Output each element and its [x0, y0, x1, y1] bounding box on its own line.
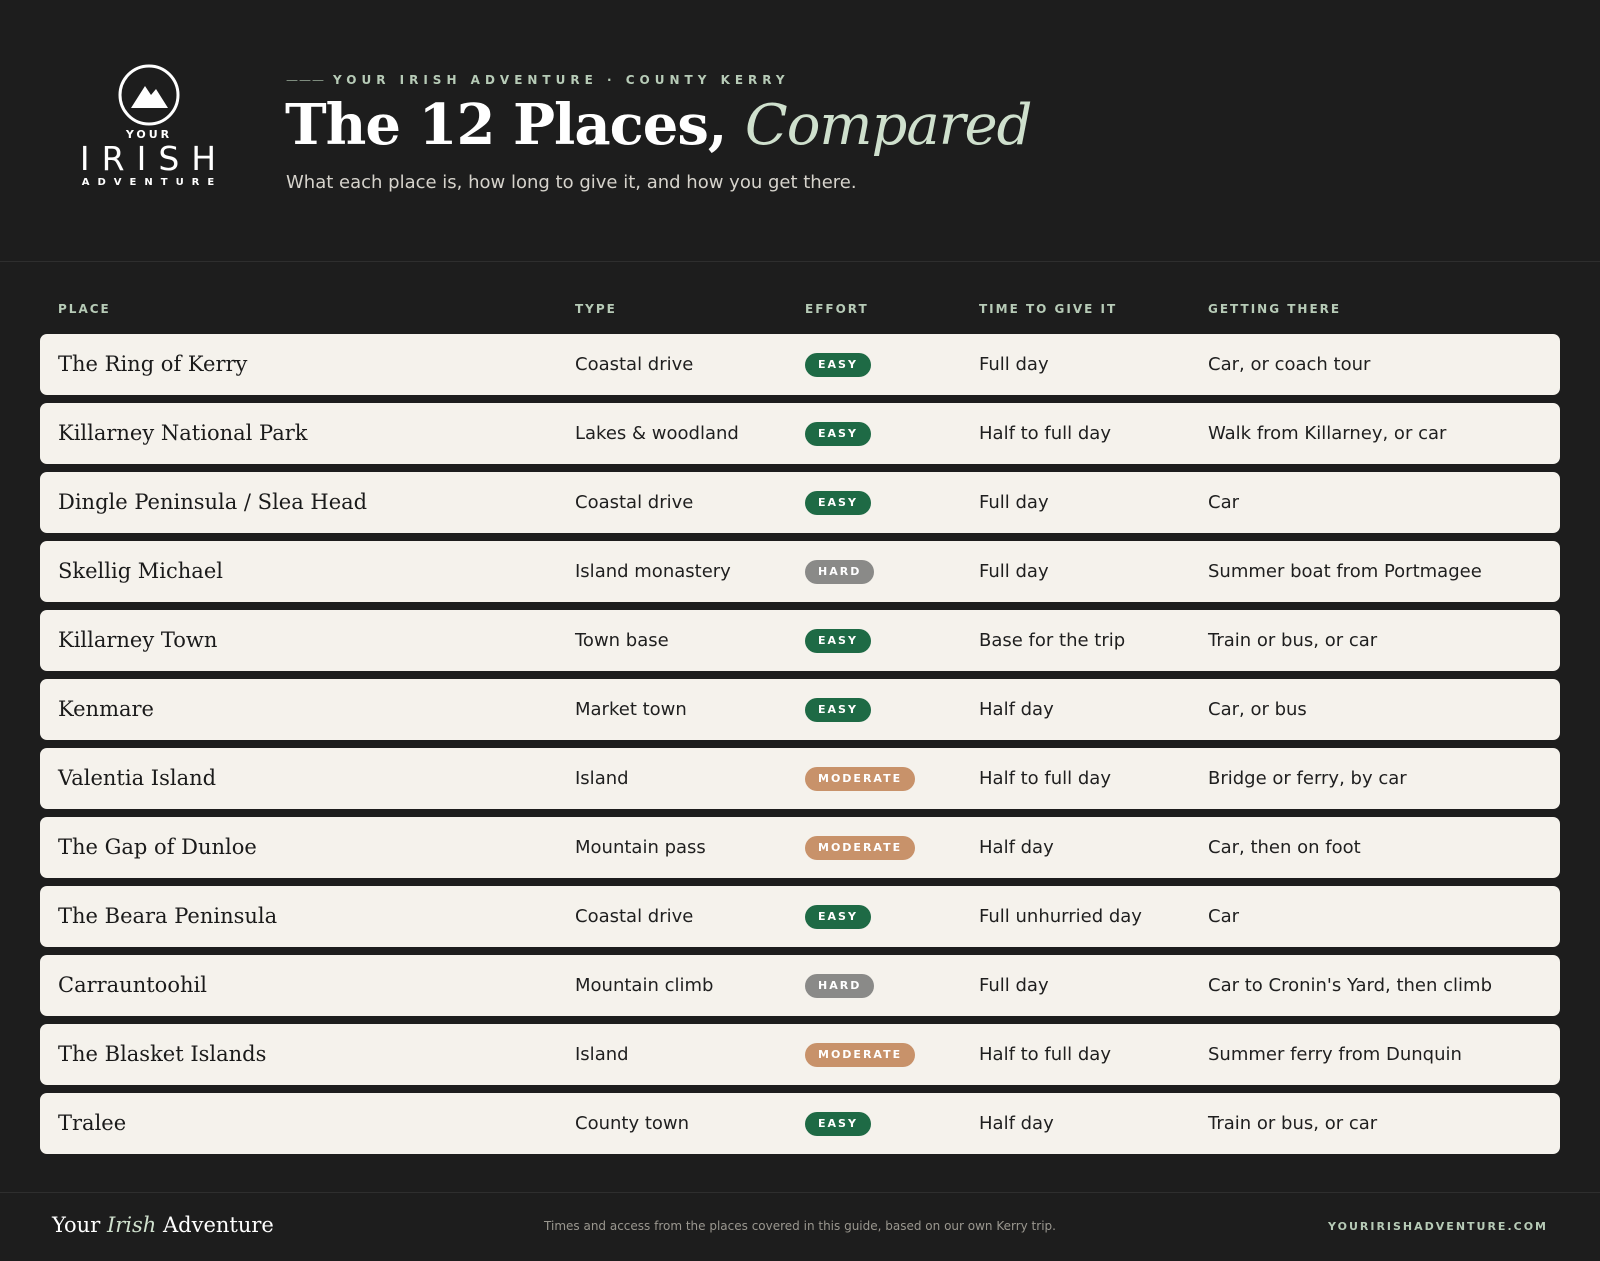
- logo-text-irish: IRISH: [79, 139, 229, 178]
- getting-there: Summer ferry from Dunquin: [1208, 1044, 1462, 1065]
- getting-there: Car, then on foot: [1208, 837, 1361, 858]
- time-to-give: Half day: [979, 837, 1054, 858]
- places-table: PLACE TYPE EFFORT TIME TO GIVE IT GETTIN…: [40, 290, 1560, 1154]
- place-type: Lakes & woodland: [575, 423, 739, 444]
- time-to-give: Full day: [979, 975, 1049, 996]
- effort-badge-easy: EASY: [805, 422, 871, 446]
- table-row: Kenmare Market town Half day Car, or bus EAS…: [40, 679, 1560, 740]
- kicker-text: YOUR IRISH ADVENTURE · COUNTY KERRY: [333, 73, 790, 87]
- effort-badge-hard: HARD: [805, 560, 875, 584]
- col-header-type: TYPE: [575, 302, 617, 316]
- effort-badge-moderate: MODERATE: [805, 767, 916, 791]
- place-type: Island monastery: [575, 561, 731, 582]
- getting-there: Car: [1208, 492, 1239, 513]
- effort-badge-easy: EASY: [805, 1112, 871, 1136]
- table-row: Dingle Peninsula / Slea Head Coastal driv…: [40, 472, 1560, 533]
- place-name: Tralee: [58, 1111, 127, 1135]
- table-body: The Ring of Kerry Coastal drive Full day Ca…: [40, 334, 1560, 1162]
- getting-there: Car: [1208, 906, 1239, 927]
- place-type: Island: [575, 768, 629, 789]
- table-row: The Blasket Islands Island Half to full da…: [40, 1024, 1560, 1085]
- title-main: The 12 Places,: [285, 92, 727, 158]
- table-row: The Gap of Dunloe Mountain pass Half day Ca…: [40, 817, 1560, 878]
- effort-badge-moderate: MODERATE: [805, 1043, 916, 1067]
- table-header: PLACE TYPE EFFORT TIME TO GIVE IT GETTIN…: [40, 290, 1560, 326]
- place-name: Killarney National Park: [58, 421, 308, 445]
- table-row: Valentia Island Island Half to full day Bri…: [40, 748, 1560, 809]
- place-name: Carrauntoohil: [58, 973, 207, 997]
- place-name: The Gap of Dunloe: [58, 835, 257, 859]
- place-name: Skellig Michael: [58, 559, 223, 583]
- effort-badge-easy: EASY: [805, 905, 871, 929]
- effort-badge-easy: EASY: [805, 629, 871, 653]
- time-to-give: Full unhurried day: [979, 906, 1142, 927]
- place-type: Mountain pass: [575, 837, 706, 858]
- place-name: The Ring of Kerry: [58, 352, 248, 376]
- getting-there: Car to Cronin's Yard, then climb: [1208, 975, 1492, 996]
- getting-there: Bridge or ferry, by car: [1208, 768, 1407, 789]
- place-name: Valentia Island: [58, 766, 217, 790]
- place-type: Mountain climb: [575, 975, 714, 996]
- table-row: Carrauntoohil Mountain climb Full day Car t…: [40, 955, 1560, 1016]
- time-to-give: Full day: [979, 354, 1049, 375]
- logo-text-adventure: ADVENTURE: [81, 177, 223, 188]
- page-subtitle: What each place is, how long to give it,…: [286, 172, 857, 193]
- getting-there: Walk from Killarney, or car: [1208, 423, 1447, 444]
- time-to-give: Half to full day: [979, 423, 1111, 444]
- place-name: The Blasket Islands: [58, 1042, 267, 1066]
- place-type: Island: [575, 1044, 629, 1065]
- table-row: Skellig Michael Island monastery Full day S…: [40, 541, 1560, 602]
- effort-badge-easy: EASY: [805, 353, 871, 377]
- kicker: ——— YOUR IRISH ADVENTURE · COUNTY KERRY: [286, 73, 790, 87]
- table-row: Killarney National Park Lakes & woodland H…: [40, 403, 1560, 464]
- getting-there: Car, or coach tour: [1208, 354, 1371, 375]
- effort-badge-moderate: MODERATE: [805, 836, 916, 860]
- place-type: Coastal drive: [575, 492, 694, 513]
- time-to-give: Half day: [979, 699, 1054, 720]
- place-type: Market town: [575, 699, 687, 720]
- time-to-give: Half to full day: [979, 768, 1111, 789]
- time-to-give: Full day: [979, 492, 1049, 513]
- col-header-time: TIME TO GIVE IT: [979, 302, 1118, 316]
- mountain-circle-icon: [118, 64, 180, 126]
- effort-badge-hard: HARD: [805, 974, 875, 998]
- time-to-give: Full day: [979, 561, 1049, 582]
- table-row: Tralee County town Half day Train or bus, o…: [40, 1093, 1560, 1154]
- place-name: The Beara Peninsula: [58, 904, 278, 928]
- getting-there: Train or bus, or car: [1208, 630, 1378, 651]
- time-to-give: Base for the trip: [979, 630, 1126, 651]
- brand-logo: YOUR IRISH ADVENTURE: [64, 64, 234, 188]
- effort-badge-easy: EASY: [805, 698, 871, 722]
- place-type: Town base: [575, 630, 669, 651]
- table-row: Killarney Town Town base Base for the trip…: [40, 610, 1560, 671]
- time-to-give: Half day: [979, 1113, 1054, 1134]
- time-to-give: Half to full day: [979, 1044, 1111, 1065]
- title-accent: Compared: [744, 93, 1033, 158]
- table-row: The Beara Peninsula Coastal drive Full unh…: [40, 886, 1560, 947]
- place-type: Coastal drive: [575, 906, 694, 927]
- effort-badge-easy: EASY: [805, 491, 871, 515]
- col-header-getting-there: GETTING THERE: [1208, 302, 1342, 316]
- col-header-effort: EFFORT: [805, 302, 869, 316]
- place-name: Killarney Town: [58, 628, 218, 652]
- getting-there: Train or bus, or car: [1208, 1113, 1378, 1134]
- place-type: County town: [575, 1113, 690, 1134]
- getting-there: Summer boat from Portmagee: [1208, 561, 1482, 582]
- place-name: Dingle Peninsula / Slea Head: [58, 490, 368, 514]
- footer-url[interactable]: YOURIRISHADVENTURE.COM: [1328, 1220, 1548, 1233]
- place-name: Kenmare: [58, 697, 154, 721]
- table-row: The Ring of Kerry Coastal drive Full day Ca…: [40, 334, 1560, 395]
- kicker-dash: ———: [286, 73, 325, 87]
- getting-there: Car, or bus: [1208, 699, 1307, 720]
- col-header-place: PLACE: [58, 302, 111, 316]
- page-footer: Your Irish Adventure Times and access fr…: [0, 1192, 1600, 1261]
- place-type: Coastal drive: [575, 354, 694, 375]
- page-title: The 12 Places, Compared: [285, 92, 1033, 158]
- page-header: YOUR IRISH ADVENTURE ——— YOUR IRISH ADVEN…: [0, 0, 1600, 262]
